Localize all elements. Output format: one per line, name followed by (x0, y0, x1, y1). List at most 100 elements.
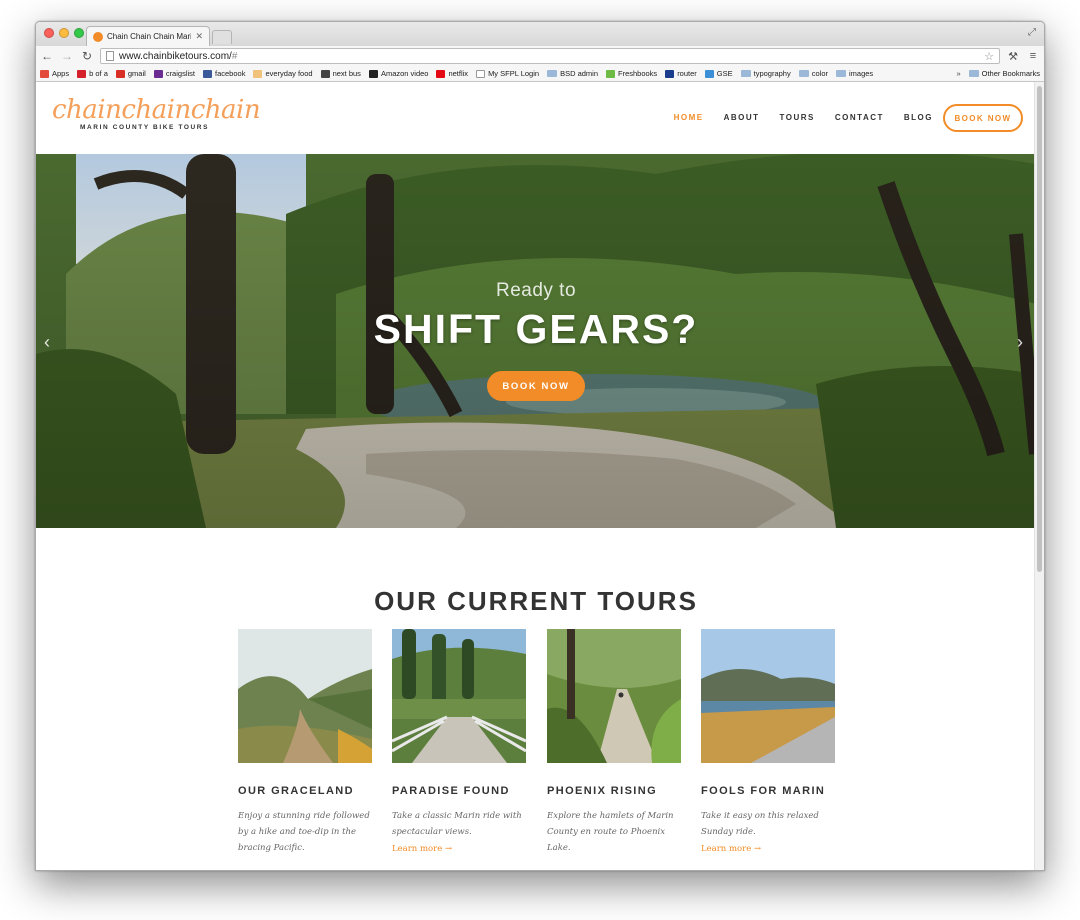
bookmark-next-bus[interactable]: next bus (320, 69, 361, 78)
bookmark-label: router (677, 69, 697, 78)
url-fragment: # (231, 50, 238, 62)
browser-toolbar: ← → ↻ www.chainbiketours.com/# ☆ ⚒ ≡ (36, 46, 1044, 66)
bookmark-amazon-video[interactable]: Amazon video (368, 69, 428, 78)
tour-image[interactable] (547, 629, 681, 763)
bookmark-freshbooks[interactable]: Freshbooks (606, 69, 657, 78)
other-bookmarks[interactable]: Other Bookmarks (968, 69, 1040, 78)
tour-photo-fools (701, 629, 835, 763)
extension-icon[interactable]: ⚒ (1006, 50, 1020, 63)
tour-photo-phoenix (547, 629, 681, 763)
hero-title: SHIFT GEARS? (373, 306, 699, 352)
nav-home[interactable]: HOME (674, 113, 704, 122)
tour-card-fools: FOOLS FOR MARIN Take it easy on this rel… (701, 629, 835, 854)
new-tab-button[interactable] (212, 30, 232, 44)
slider-prev-arrow-icon[interactable]: ‹ (44, 332, 50, 353)
tour-image[interactable] (392, 629, 526, 763)
folder-icon (798, 70, 809, 77)
bookmark-color[interactable]: color (798, 69, 828, 78)
tour-description: Take it easy on this relaxed Sunday ride… (701, 811, 819, 837)
bookmark-label: typography (753, 69, 791, 78)
url-text: www.chainbiketours.com/ (119, 50, 232, 62)
nav-contact[interactable]: CONTACT (835, 113, 884, 122)
bookmark-label: BSD admin (560, 69, 598, 78)
folder-icon (836, 70, 846, 77)
close-tab-icon[interactable]: ✕ (195, 31, 203, 42)
bookmark-label: gmail (127, 69, 146, 78)
hero-book-now-button[interactable]: BOOK NOW (487, 371, 585, 401)
bookmark-typography[interactable]: typography (740, 69, 791, 78)
forward-icon[interactable]: → (60, 49, 74, 63)
leaf-icon (606, 69, 615, 78)
amazon-icon (368, 69, 378, 78)
bookmark-everyday-food[interactable]: everyday food (253, 69, 313, 78)
bookmark-label: GSE (716, 69, 733, 78)
tour-title[interactable]: FOOLS FOR MARIN (701, 785, 835, 797)
minimize-window-button[interactable] (59, 28, 69, 38)
site-logo[interactable]: chainchainchain MARIN COUNTY BIKE TOURS (52, 95, 261, 131)
bookmark-gmail[interactable]: gmail (115, 69, 146, 78)
bookmark-facebook[interactable]: facebook (203, 69, 245, 78)
nav-tours[interactable]: TOURS (780, 113, 815, 122)
egg-icon (253, 69, 263, 78)
tour-card-phoenix: PHOENIX RISING Explore the hamlets of Ma… (547, 629, 681, 856)
bookmark-my-sfpl-login[interactable]: My SFPL Login (476, 69, 539, 78)
hero-pretitle: Ready to (495, 280, 577, 301)
netflix-icon (436, 69, 446, 78)
more-bookmarks-button[interactable]: » (956, 69, 960, 78)
page-icon (476, 69, 486, 78)
facebook-icon (203, 69, 212, 78)
bookmark-label: images (849, 69, 874, 78)
maximize-window-button[interactable] (74, 28, 84, 38)
bookmark-label: craigslist (165, 69, 195, 78)
nav-book-now-button[interactable]: BOOK NOW (943, 104, 1023, 132)
browser-window: Chain Chain Chain Marin C ✕ ⤢ ← → ↻ www.… (35, 21, 1045, 871)
tour-photo-graceland (238, 629, 372, 763)
other-bookmarks-label: Other Bookmarks (981, 69, 1040, 78)
globe-icon (704, 69, 714, 78)
bookmark-apps[interactable]: Apps (40, 69, 69, 78)
tour-title[interactable]: PHOENIX RISING (547, 785, 681, 797)
reload-icon[interactable]: ↻ (80, 49, 94, 63)
logo-wordmark: chainchainchain (52, 95, 261, 125)
bookmark-images[interactable]: images (836, 69, 873, 78)
logo-subtitle: MARIN COUNTY BIKE TOURS (80, 124, 210, 131)
tour-image[interactable] (701, 629, 835, 763)
close-window-button[interactable] (44, 28, 54, 38)
site-favicon-icon (93, 31, 103, 42)
tour-card-paradise: PARADISE FOUND Take a classic Marin ride… (392, 629, 526, 854)
main-nav: HOME ABOUT TOURS CONTACT BLOG (674, 113, 933, 122)
n-logo-icon (665, 69, 675, 78)
window-controls (44, 28, 84, 38)
folder-icon (740, 70, 751, 77)
back-icon[interactable]: ← (40, 49, 54, 63)
bookmark-netflix[interactable]: netflix (436, 69, 468, 78)
address-bar[interactable]: www.chainbiketours.com/# ☆ (100, 48, 1000, 64)
browser-tab[interactable]: Chain Chain Chain Marin C ✕ (86, 26, 210, 46)
scrollbar-thumb[interactable] (1037, 86, 1042, 572)
bookmark-router[interactable]: router (665, 69, 697, 78)
bookmark-label: color (811, 69, 828, 78)
bookmark-gse[interactable]: GSE (704, 69, 733, 78)
bookmark-label: next bus (332, 69, 361, 78)
site-header: chainchainchain MARIN COUNTY BIKE TOURS … (36, 82, 1044, 154)
slider-next-arrow-icon[interactable]: › (1017, 332, 1023, 353)
page-scrollbar[interactable] (1034, 82, 1044, 870)
tour-description: Enjoy a stunning ride followed by a hike… (238, 811, 370, 853)
bookmark-label: b of a (89, 69, 108, 78)
bookmark-star-icon[interactable]: ☆ (984, 50, 994, 63)
nav-about[interactable]: ABOUT (724, 113, 760, 122)
bookmark-craigslist[interactable]: craigslist (153, 69, 195, 78)
tour-title[interactable]: OUR GRACELAND (238, 785, 372, 797)
tour-image[interactable] (238, 629, 372, 763)
bookmark-label: facebook (215, 69, 246, 78)
peace-icon (153, 69, 163, 78)
menu-icon[interactable]: ≡ (1026, 50, 1040, 62)
tour-learn-more-link[interactable]: Learn more → (392, 844, 526, 854)
tour-title[interactable]: PARADISE FOUND (392, 785, 526, 797)
browser-titlebar: Chain Chain Chain Marin C ✕ ⤢ (36, 22, 1044, 46)
nav-blog[interactable]: BLOG (904, 113, 933, 122)
bookmark-bsd-admin[interactable]: BSD admin (547, 69, 598, 78)
fullscreen-icon[interactable]: ⤢ (1028, 27, 1036, 38)
tour-learn-more-link[interactable]: Learn more → (701, 844, 835, 854)
bookmark-b-of-a[interactable]: b of a (77, 69, 108, 78)
